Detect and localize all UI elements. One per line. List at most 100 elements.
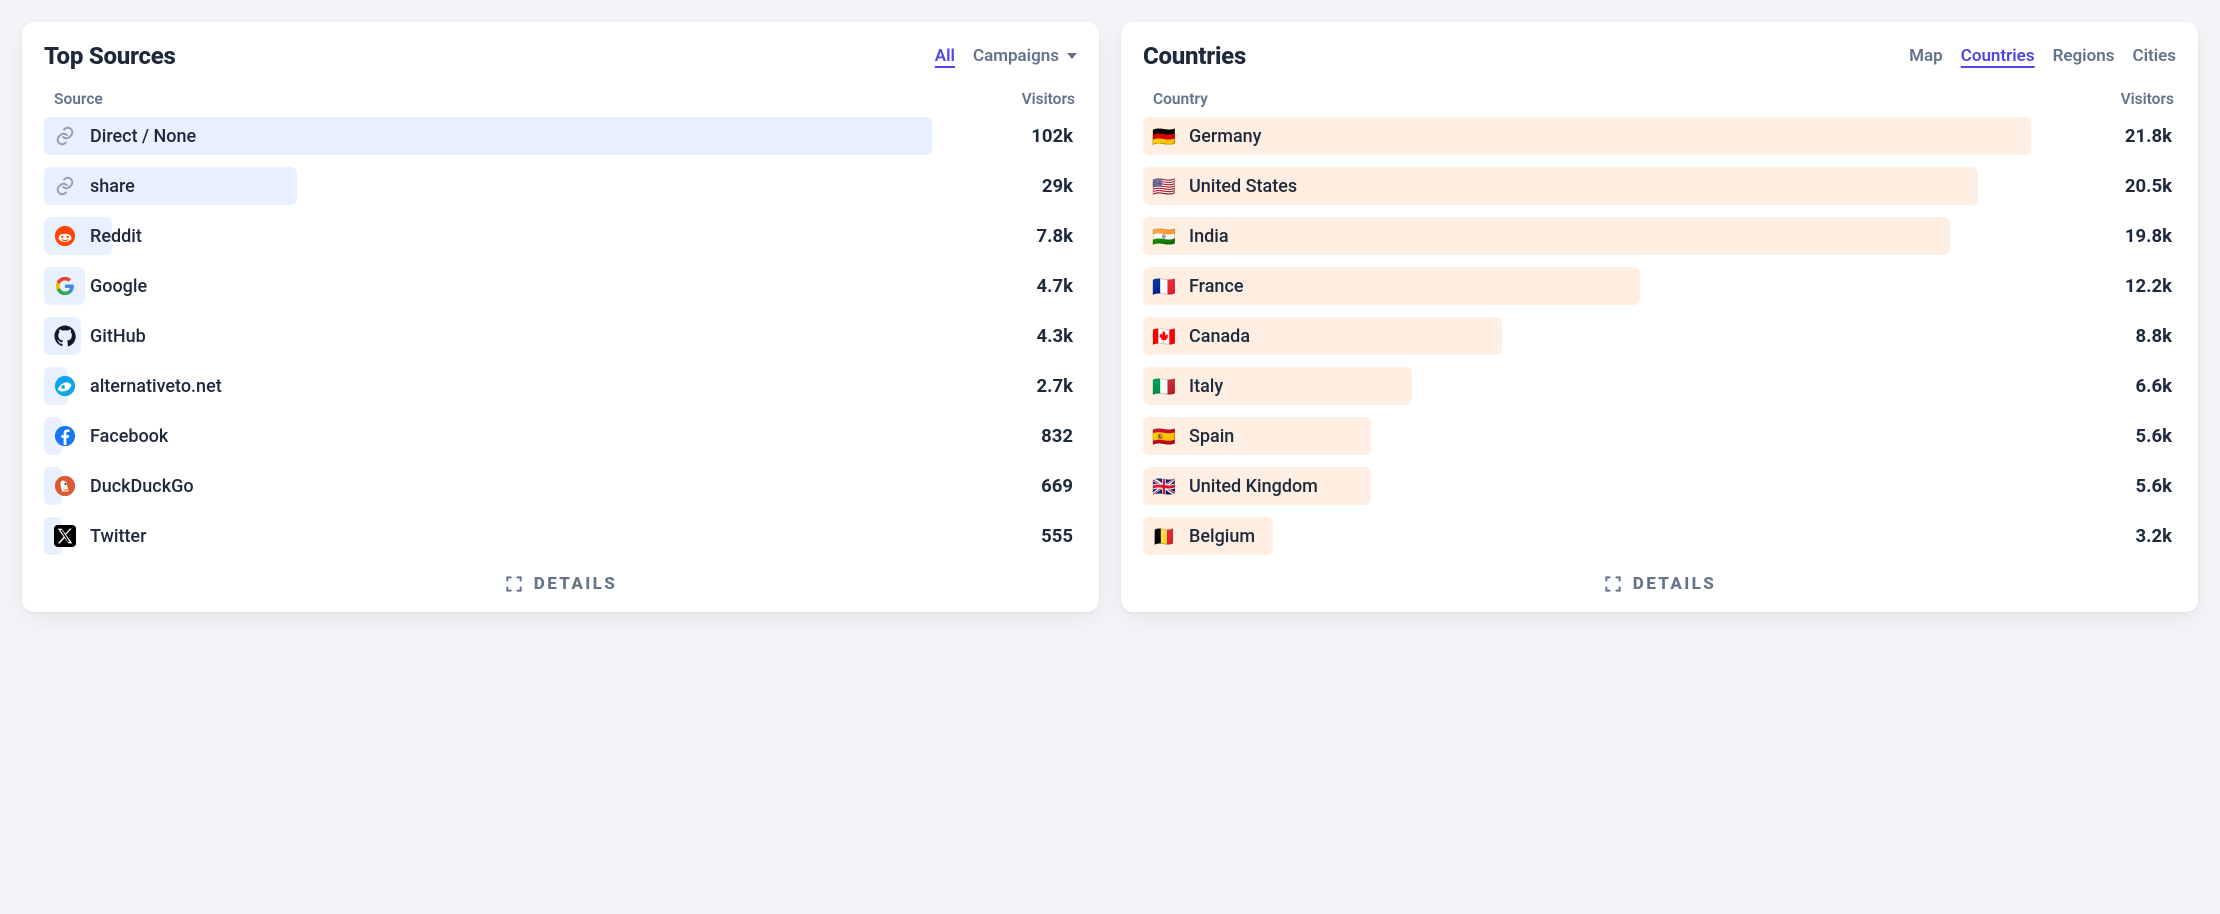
github-icon (54, 325, 76, 347)
facebook-icon (54, 425, 76, 447)
row-value: 5.6k (2102, 425, 2172, 447)
tab-map[interactable]: Map (1909, 46, 1943, 66)
row-value: 21.8k (2102, 125, 2172, 147)
tab-regions[interactable]: Regions (2053, 46, 2115, 66)
flag-icon: 🇧🇪 (1153, 525, 1175, 547)
link-icon (54, 125, 76, 147)
row-value: 2.7k (1003, 375, 1073, 397)
row-value: 832 (1003, 425, 1073, 447)
tab-campaigns[interactable]: Campaigns (973, 46, 1077, 66)
flag-icon: 🇫🇷 (1153, 275, 1175, 297)
row-left: Google (54, 275, 989, 297)
list-item[interactable]: share 29k (44, 164, 1077, 208)
row-left: share (54, 175, 989, 197)
tab-all[interactable]: All (935, 46, 955, 66)
row-label: Spain (1189, 426, 1234, 447)
list-item[interactable]: 🇺🇸 United States 20.5k (1143, 164, 2176, 208)
row-left: 🇺🇸 United States (1153, 175, 2088, 197)
row-label: Italy (1189, 376, 1223, 397)
flag-icon: 🇪🇸 (1153, 425, 1175, 447)
list-item[interactable]: Twitter 555 (44, 514, 1077, 558)
tab-countries[interactable]: Countries (1961, 46, 2035, 66)
row-left: Direct / None (54, 125, 989, 147)
col-source: Source (54, 90, 103, 108)
countries-column-header: Country Visitors (1143, 84, 2176, 114)
col-visitors: Visitors (1022, 90, 1075, 108)
list-item[interactable]: Direct / None 102k (44, 114, 1077, 158)
twitter-icon (54, 525, 76, 547)
flag-icon: 🇬🇧 (1153, 475, 1175, 497)
sources-tabs: All Campaigns (935, 46, 1077, 66)
row-label: Canada (1189, 326, 1250, 347)
list-item[interactable]: DuckDuckGo 669 (44, 464, 1077, 508)
row-label: Facebook (90, 426, 168, 447)
row-value: 29k (1003, 175, 1073, 197)
card-header: Countries Map Countries Regions Cities (1143, 42, 2176, 70)
flag-icon: 🇮🇹 (1153, 375, 1175, 397)
row-left: 🇧🇪Belgium (1153, 525, 2088, 547)
list-item[interactable]: alternativeto.net 2.7k (44, 364, 1077, 408)
row-value: 102k (1003, 125, 1073, 147)
row-left: Twitter (54, 525, 989, 547)
list-item[interactable]: 🇮🇳 India 19.8k (1143, 214, 2176, 258)
row-value: 3.2k (2102, 525, 2172, 547)
row-value: 669 (1003, 475, 1073, 497)
link-icon (54, 175, 76, 197)
row-label: France (1189, 276, 1244, 297)
tab-cities[interactable]: Cities (2132, 46, 2176, 66)
row-left: Reddit (54, 225, 989, 247)
tab-campaigns-label: Campaigns (973, 46, 1059, 66)
list-item[interactable]: 🇧🇪Belgium 3.2k (1143, 514, 2176, 558)
row-value: 5.6k (2102, 475, 2172, 497)
row-label: share (90, 176, 135, 197)
alt-icon (54, 375, 76, 397)
list-item[interactable]: 🇨🇦Canada8.8k (1143, 314, 2176, 358)
row-left: 🇪🇸 Spain (1153, 425, 2088, 447)
flag-icon: 🇩🇪 (1153, 125, 1175, 147)
card-title: Countries (1143, 42, 1246, 70)
row-value: 19.8k (2102, 225, 2172, 247)
row-left: alternativeto.net (54, 375, 989, 397)
row-label: GitHub (90, 326, 146, 347)
ddg-icon (54, 475, 76, 497)
row-value: 555 (1003, 525, 1073, 547)
sources-details-button[interactable]: DETAILS (44, 564, 1077, 594)
sources-rows: Direct / None 102k share 29k Reddit 7.8k Googl… (44, 114, 1077, 564)
list-item[interactable]: Reddit 7.8k (44, 214, 1077, 258)
row-label: India (1189, 226, 1229, 247)
row-value: 12.2k (2102, 275, 2172, 297)
row-label: DuckDuckGo (90, 476, 194, 497)
row-left: 🇫🇷 France (1153, 275, 2088, 297)
details-label: DETAILS (1633, 574, 1716, 594)
row-label: Reddit (90, 226, 142, 247)
list-item[interactable]: 🇬🇧 United Kingdom 5.6k (1143, 464, 2176, 508)
row-left: 🇮🇳 India (1153, 225, 2088, 247)
row-value: 20.5k (2102, 175, 2172, 197)
list-item[interactable]: 🇫🇷 France 12.2k (1143, 264, 2176, 308)
sources-column-header: Source Visitors (44, 84, 1077, 114)
row-label: Twitter (90, 526, 146, 547)
flag-icon: 🇺🇸 (1153, 175, 1175, 197)
row-left: 🇮🇹 Italy (1153, 375, 2088, 397)
row-label: United Kingdom (1189, 476, 1318, 497)
list-item[interactable]: Facebook 832 (44, 414, 1077, 458)
list-item[interactable]: 🇪🇸 Spain 5.6k (1143, 414, 2176, 458)
list-item[interactable]: 🇮🇹Italy6.6k (1143, 364, 2176, 408)
top-sources-card: Top Sources All Campaigns Source Visitor… (22, 22, 1099, 612)
row-value: 7.8k (1003, 225, 1073, 247)
expand-icon (504, 574, 524, 594)
row-label: United States (1189, 176, 1297, 197)
list-item[interactable]: GitHub4.3k (44, 314, 1077, 358)
list-item[interactable]: 🇩🇪Germany21.8k (1143, 114, 2176, 158)
flag-icon: 🇮🇳 (1153, 225, 1175, 247)
list-item[interactable]: Google4.7k (44, 264, 1077, 308)
reddit-icon (54, 225, 76, 247)
expand-icon (1603, 574, 1623, 594)
row-label: Google (90, 276, 147, 297)
row-left: Facebook (54, 425, 989, 447)
countries-tabs: Map Countries Regions Cities (1909, 46, 2176, 66)
row-label: alternativeto.net (90, 376, 222, 397)
chevron-down-icon (1067, 53, 1077, 59)
countries-details-button[interactable]: DETAILS (1143, 564, 2176, 594)
details-label: DETAILS (534, 574, 617, 594)
